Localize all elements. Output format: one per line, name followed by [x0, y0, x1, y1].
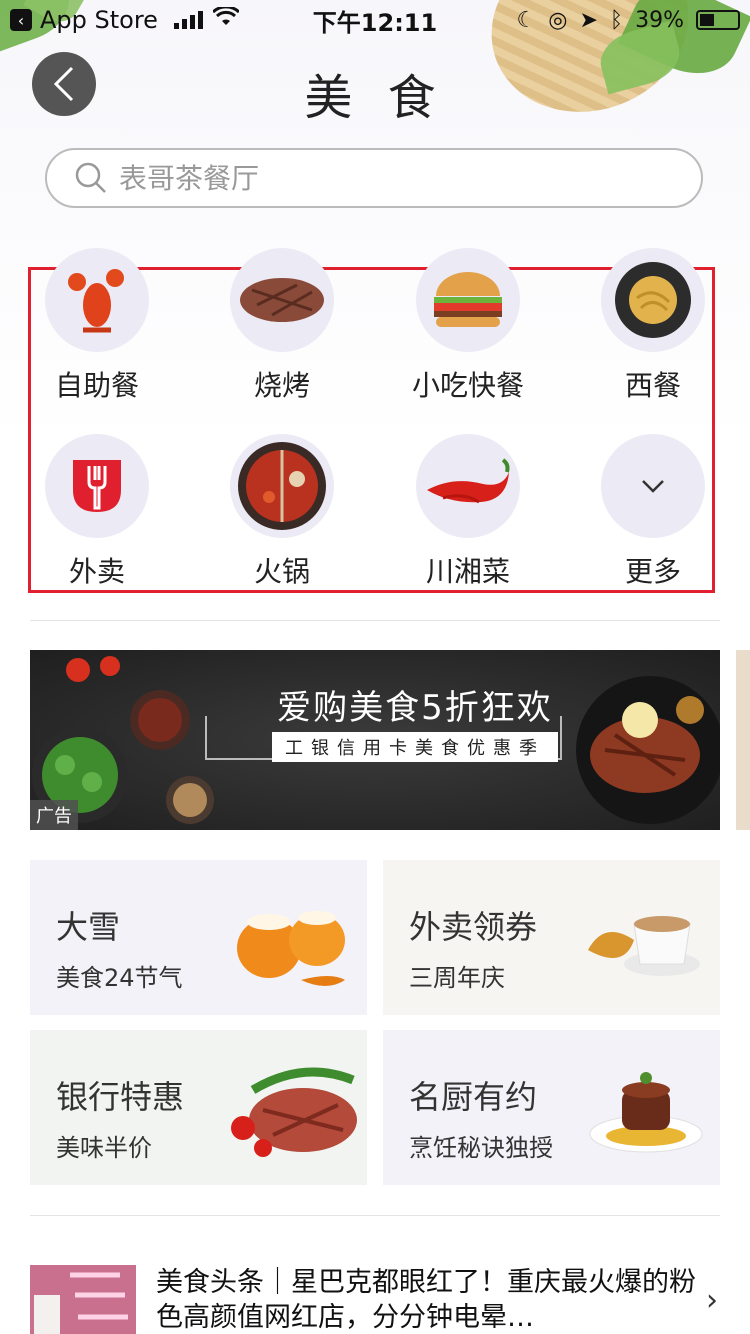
steak-image [231, 1067, 357, 1157]
cellular-signal-icon [173, 11, 203, 29]
search-icon [75, 162, 106, 193]
page-title: 美 食 [304, 70, 446, 126]
hotpot-icon [230, 434, 334, 538]
ad-label: 广告 [30, 800, 78, 830]
battery-percent: 39% [635, 7, 684, 33]
location-icon: ➤ [579, 7, 598, 33]
divider [30, 1215, 720, 1216]
grilled-steak-icon [230, 248, 334, 352]
banner-title: 爱购美食5折狂欢 [277, 688, 553, 728]
category-label: 烧烤 [253, 369, 310, 402]
status-bar: ‹ App Store 下午12:11 ☾ ◎ ➤ ᛒ 39% [0, 0, 750, 40]
category-more[interactable]: 更多 [573, 434, 733, 590]
search-input[interactable] [119, 161, 639, 195]
bluetooth-icon: ᛒ [609, 7, 624, 33]
back-app-icon: ‹ [10, 9, 32, 31]
category-buffet[interactable]: 自助餐 [17, 248, 177, 404]
back-app-label: App Store [40, 6, 158, 34]
news-thumbnail[interactable] [30, 1265, 136, 1334]
promo-subtitle: 美味半价 [56, 1134, 152, 1162]
wifi-icon [211, 5, 240, 33]
gourmet-dish-image [589, 1072, 703, 1153]
moon-icon: ☾ [516, 7, 537, 33]
pasta-icon [601, 248, 705, 352]
category-takeout[interactable]: 外卖 [17, 434, 177, 590]
category-sichuan-hunan[interactable]: 川湘菜 [388, 434, 548, 590]
news-headline[interactable]: 美食头条｜星巴克都眼红了！重庆最火爆的粉色高颜值网红店，分分钟电晕… [156, 1265, 696, 1334]
promo-card-chef[interactable]: 名厨有约 烹饪秘诀独授 [383, 1030, 720, 1185]
chili-icon [416, 434, 520, 538]
next-banner-peek[interactable] [736, 650, 750, 830]
promo-title: 外卖领券 [409, 908, 538, 946]
category-label: 火锅 [253, 555, 310, 588]
lobster-icon [45, 248, 149, 352]
promo-subtitle: 三周年庆 [409, 964, 505, 992]
neon-sign-image [30, 1265, 136, 1334]
category-bbq[interactable]: 烧烤 [202, 248, 362, 404]
chevron-right-icon[interactable]: › [706, 1283, 718, 1318]
promo-banner[interactable]: 爱购美食5折狂欢 工银信用卡美食优惠季 广告 [30, 650, 720, 830]
search-bar[interactable] [45, 148, 703, 208]
category-label: 更多 [624, 555, 681, 588]
category-hotpot[interactable]: 火锅 [202, 434, 362, 590]
promo-card-daxue[interactable]: 大雪 美食24节气 [30, 860, 367, 1015]
category-label: 西餐 [624, 369, 681, 402]
orange-dessert-image [237, 911, 345, 986]
battery-icon [696, 10, 740, 30]
chevron-down-icon [601, 434, 705, 538]
category-label: 小吃快餐 [411, 369, 524, 402]
category-label: 自助餐 [54, 369, 139, 402]
promo-title: 名厨有约 [409, 1078, 538, 1116]
burger-icon [416, 248, 520, 352]
rotation-lock-icon: ◎ [548, 7, 568, 33]
steak-plate-image [576, 676, 720, 824]
category-snacks[interactable]: 小吃快餐 [388, 248, 548, 404]
promo-subtitle: 烹饪秘诀独授 [409, 1134, 553, 1162]
back-to-app[interactable]: ‹ App Store [10, 6, 158, 34]
coffee-croissant-image [588, 916, 700, 976]
divider [30, 620, 720, 621]
category-western[interactable]: 西餐 [573, 248, 733, 404]
category-label: 外卖 [68, 555, 125, 588]
promo-title: 大雪 [56, 908, 121, 946]
category-label: 川湘菜 [425, 555, 510, 588]
banner-subtitle: 工银信用卡美食优惠季 [272, 732, 558, 762]
promo-subtitle: 美食24节气 [56, 964, 183, 992]
promo-title: 银行特惠 [56, 1078, 185, 1116]
promo-card-takeout-coupon[interactable]: 外卖领券 三周年庆 [383, 860, 720, 1015]
promo-card-bank-deal[interactable]: 银行特惠 美味半价 [30, 1030, 367, 1185]
takeout-fork-icon [45, 434, 149, 538]
